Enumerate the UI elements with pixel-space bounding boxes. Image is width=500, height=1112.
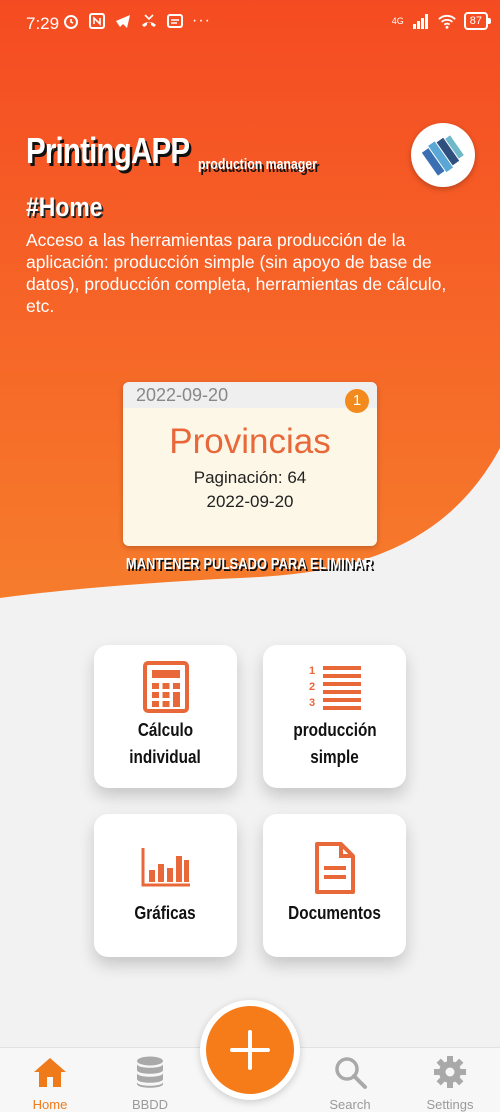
bar-chart-icon (141, 848, 190, 887)
stacked-books-logo-icon (421, 135, 464, 176)
tile-documentos[interactable]: Documentos (263, 814, 406, 957)
numbered-list-icon: 1 2 3 (309, 665, 361, 710)
app-subtitle: production manager (198, 156, 317, 173)
job-card-date-header: 2022-09-20 (123, 382, 377, 408)
svg-text:2: 2 (309, 681, 315, 693)
document-icon (314, 842, 355, 894)
tile-label-line1: producción (292, 720, 377, 740)
calculator-icon (142, 661, 189, 713)
job-card-pagination: Paginación: 64 (193, 468, 307, 487)
nav-label: Home (32, 1097, 68, 1112)
app-logo[interactable] (411, 123, 475, 187)
network-type: 4G (391, 16, 404, 26)
app-name: PrintingAPP (26, 130, 190, 171)
job-card-name: Provincias (169, 422, 331, 461)
nfc-icon (89, 13, 105, 29)
tile-label: Documentos (288, 903, 381, 923)
signal-icon (412, 14, 428, 29)
status-time: 7:29 (26, 14, 60, 33)
delete-hint-text: MANTENER PULSADO PARA ELIMINAR (126, 556, 374, 573)
battery-indicator: 87 (463, 12, 492, 30)
home-icon (34, 1058, 66, 1087)
nav-home[interactable]: Home (0, 1048, 100, 1112)
tile-produccion-simple[interactable]: 1 2 3 producción simple (263, 645, 406, 788)
job-card-badge: 1 (345, 389, 369, 413)
wifi-icon (438, 14, 456, 29)
tile-label: Gráficas (134, 903, 197, 923)
more-notifications-icon: ··· (192, 12, 211, 29)
delete-hint: MANTENER PULSADO PARA ELIMINAR (0, 556, 500, 574)
nav-label: BBDD (131, 1097, 169, 1112)
status-bar: 7:29 ··· 4G 87 (0, 0, 500, 46)
nav-search[interactable]: Search (300, 1048, 400, 1112)
tile-label-line2: simple (310, 747, 359, 767)
nav-settings[interactable]: Settings (400, 1048, 500, 1112)
nav-label: Settings (426, 1097, 474, 1112)
tile-graficas[interactable]: Gráficas (94, 814, 237, 957)
svg-text:3: 3 (309, 697, 315, 709)
message-icon (167, 14, 183, 28)
section-title: #Home (26, 192, 103, 222)
job-card-date: 2022-09-20 (206, 492, 294, 511)
telegram-icon (116, 15, 130, 28)
nav-label: Search (329, 1097, 371, 1112)
missed-call-icon (142, 14, 156, 27)
tile-calculo-individual[interactable]: Cálculo individual (94, 645, 237, 788)
section-description: Acceso a las herramientas para producció… (26, 230, 447, 316)
database-icon (137, 1056, 163, 1088)
job-card[interactable]: 2022-09-20 1 Provincias Paginación: 64 2… (123, 382, 377, 546)
svg-text:1: 1 (309, 665, 315, 677)
tile-label-line1: Cálculo (137, 720, 194, 740)
alarm-icon (64, 15, 78, 29)
plus-icon (230, 1030, 270, 1070)
add-button[interactable] (200, 1000, 300, 1100)
nav-bbdd[interactable]: BBDD (100, 1048, 200, 1112)
tile-label-line2: individual (129, 747, 202, 767)
gear-icon (434, 1056, 466, 1088)
app-title: PrintingAPP production manager (26, 130, 317, 173)
search-icon (335, 1057, 367, 1089)
